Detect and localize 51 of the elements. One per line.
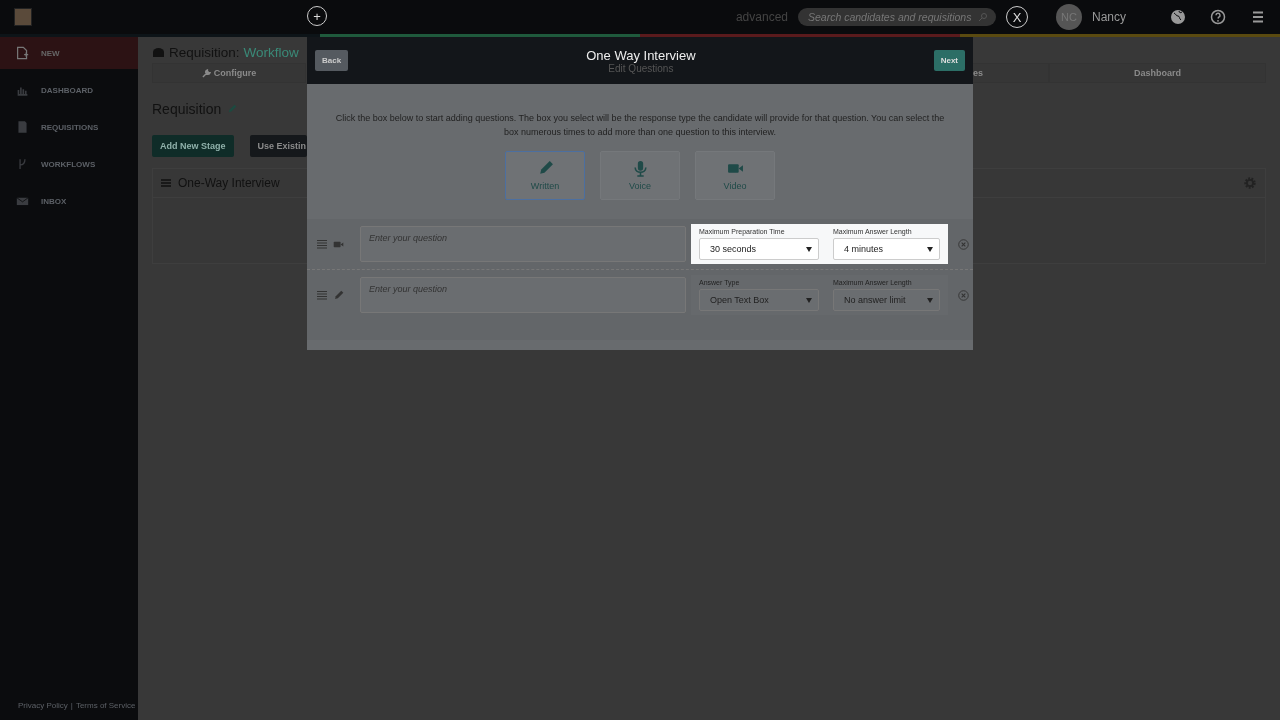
add-stage-button[interactable]: Add New Stage [152,135,234,157]
dropdown[interactable]: No answer limit [833,289,940,311]
dashboard-step[interactable]: Dashboard [1049,63,1266,83]
search-icon [978,12,988,22]
configure-step[interactable]: Configure [152,63,306,83]
remove-icon[interactable] [958,238,969,250]
sidebar-item[interactable]: INBOX [0,185,138,217]
inbox-icon [16,194,29,208]
terms-link[interactable]: Terms of Service [75,701,136,710]
sidebar-item[interactable]: WORKFLOWS [0,148,138,180]
response-type-tile[interactable]: Video [695,151,775,200]
search-field[interactable]: Search candidates and requisitions [798,8,996,26]
requisitions-icon [16,120,29,134]
pencil-icon [333,289,344,301]
response-type-tile[interactable]: Voice [600,151,680,200]
caret-icon [806,246,812,252]
sidebar-item[interactable]: DASHBOARD [0,74,138,106]
new-icon [16,46,29,60]
list-icon[interactable] [161,178,171,188]
help-icon[interactable] [1210,9,1226,25]
remove-icon[interactable] [958,289,969,301]
privacy-link[interactable]: Privacy Policy [18,701,68,710]
dropdown[interactable]: Open Text Box [699,289,819,311]
workflows-icon [16,157,29,171]
sidebar-item[interactable]: NEW [0,37,138,69]
pencil-icon[interactable] [227,104,238,114]
dropdown[interactable]: 30 seconds [699,238,819,260]
next-button[interactable]: Next [933,50,965,71]
instructions-text: Click the box below to start adding questions. The box you select will be the response type the candidate will provide for that question. You can select the box numerous times to add more than one question to this interview. [334,112,946,139]
wrench-icon [201,68,211,78]
user-name[interactable]: Nancy [1092,10,1126,24]
workflow-link[interactable]: Workflow [243,45,299,60]
sidebar-item[interactable]: REQUISITIONS [0,111,138,143]
advanced-link[interactable]: advanced [735,10,788,24]
use-existing-button[interactable]: Use Existin [249,135,307,157]
globe-icon[interactable] [1170,9,1186,25]
caret-icon [927,246,933,252]
footer-separator: | [70,701,73,710]
dropdown[interactable]: 4 minutes [833,238,940,260]
menu-icon[interactable] [1250,9,1266,25]
back-button[interactable]: Back [315,50,349,71]
dialog-title: One Way Interview [586,47,696,63]
microphone-icon [631,160,649,177]
dialog-subtitle: Edit Questions [607,62,675,74]
workflow-step[interactable]: es [972,63,1049,83]
drag-handle-icon[interactable] [317,239,327,249]
caret-icon [806,297,812,303]
briefcase-icon [152,47,165,58]
caret-icon [927,297,933,303]
drag-handle-icon[interactable] [317,290,327,300]
response-type-tile[interactable]: Written [505,151,585,200]
